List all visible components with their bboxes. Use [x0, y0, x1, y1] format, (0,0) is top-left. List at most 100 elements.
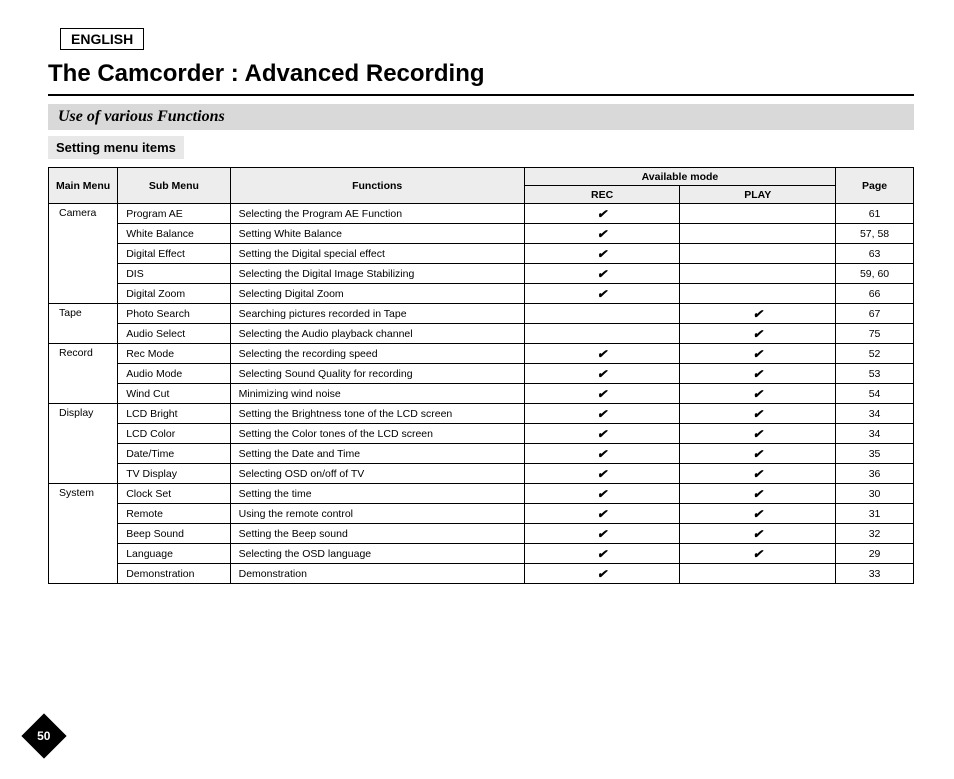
- table-row: Audio ModeSelecting Sound Quality for re…: [49, 364, 914, 384]
- table-row: DemonstrationDemonstration✔33: [49, 564, 914, 584]
- cell-play: [680, 284, 836, 304]
- cell-function: Selecting the Program AE Function: [230, 204, 524, 224]
- cell-rec: [524, 324, 680, 344]
- cell-function: Selecting the Digital Image Stabilizing: [230, 264, 524, 284]
- cell-sub-menu: Clock Set: [118, 484, 230, 504]
- cell-page-ref: 53: [836, 364, 914, 384]
- cell-sub-menu: White Balance: [118, 224, 230, 244]
- table-row: Date/TimeSetting the Date and Time✔✔35: [49, 444, 914, 464]
- cell-function: Setting the Date and Time: [230, 444, 524, 464]
- cell-sub-menu: DIS: [118, 264, 230, 284]
- cell-main-menu: Camera: [49, 204, 118, 304]
- cell-sub-menu: Digital Zoom: [118, 284, 230, 304]
- cell-play: ✔: [680, 364, 836, 384]
- cell-play: ✔: [680, 544, 836, 564]
- cell-function: Setting the Digital special effect: [230, 244, 524, 264]
- sub-heading: Use of various Functions: [48, 104, 914, 130]
- cell-play: ✔: [680, 424, 836, 444]
- cell-play: ✔: [680, 344, 836, 364]
- cell-page-ref: 33: [836, 564, 914, 584]
- language-badge: ENGLISH: [60, 28, 144, 50]
- cell-rec: ✔: [524, 524, 680, 544]
- cell-sub-menu: Language: [118, 544, 230, 564]
- cell-rec: ✔: [524, 504, 680, 524]
- cell-sub-menu: Digital Effect: [118, 244, 230, 264]
- cell-page-ref: 67: [836, 304, 914, 324]
- cell-rec: [524, 304, 680, 324]
- cell-sub-menu: Program AE: [118, 204, 230, 224]
- cell-play: ✔: [680, 504, 836, 524]
- check-icon: ✔: [753, 547, 763, 561]
- cell-function: Minimizing wind noise: [230, 384, 524, 404]
- table-row: RemoteUsing the remote control✔✔31: [49, 504, 914, 524]
- cell-rec: ✔: [524, 544, 680, 564]
- check-icon: ✔: [753, 387, 763, 401]
- cell-main-menu: Record: [49, 344, 118, 404]
- check-icon: ✔: [753, 507, 763, 521]
- table-row: TapePhoto SearchSearching pictures recor…: [49, 304, 914, 324]
- cell-sub-menu: Audio Mode: [118, 364, 230, 384]
- table-row: LanguageSelecting the OSD language✔✔29: [49, 544, 914, 564]
- check-icon: ✔: [597, 247, 607, 261]
- th-page: Page: [836, 168, 914, 204]
- th-sub: Sub Menu: [118, 168, 230, 204]
- cell-play: [680, 264, 836, 284]
- check-icon: ✔: [597, 487, 607, 501]
- cell-play: ✔: [680, 484, 836, 504]
- check-icon: ✔: [597, 227, 607, 241]
- table-row: SystemClock SetSetting the time✔✔30: [49, 484, 914, 504]
- table-row: CameraProgram AESelecting the Program AE…: [49, 204, 914, 224]
- cell-rec: ✔: [524, 404, 680, 424]
- check-icon: ✔: [753, 487, 763, 501]
- check-icon: ✔: [753, 347, 763, 361]
- cell-play: [680, 204, 836, 224]
- cell-play: [680, 244, 836, 264]
- page-title: The Camcorder : Advanced Recording: [48, 56, 914, 96]
- cell-rec: ✔: [524, 444, 680, 464]
- th-func: Functions: [230, 168, 524, 204]
- cell-rec: ✔: [524, 384, 680, 404]
- cell-page-ref: 31: [836, 504, 914, 524]
- check-icon: ✔: [597, 527, 607, 541]
- check-icon: ✔: [753, 367, 763, 381]
- cell-play: ✔: [680, 324, 836, 344]
- cell-function: Setting the Beep sound: [230, 524, 524, 544]
- cell-sub-menu: LCD Color: [118, 424, 230, 444]
- cell-rec: ✔: [524, 284, 680, 304]
- cell-play: ✔: [680, 384, 836, 404]
- page-number-badge: 50: [28, 720, 60, 752]
- check-icon: ✔: [597, 207, 607, 221]
- table-row: DisplayLCD BrightSetting the Brightness …: [49, 404, 914, 424]
- cell-page-ref: 54: [836, 384, 914, 404]
- table-row: DISSelecting the Digital Image Stabilizi…: [49, 264, 914, 284]
- cell-page-ref: 30: [836, 484, 914, 504]
- check-icon: ✔: [753, 307, 763, 321]
- cell-sub-menu: Rec Mode: [118, 344, 230, 364]
- check-icon: ✔: [753, 467, 763, 481]
- menu-table: Main Menu Sub Menu Functions Available m…: [48, 167, 914, 584]
- cell-play: ✔: [680, 444, 836, 464]
- cell-rec: ✔: [524, 484, 680, 504]
- cell-page-ref: 66: [836, 284, 914, 304]
- check-icon: ✔: [597, 347, 607, 361]
- document-page: ENGLISH The Camcorder : Advanced Recordi…: [0, 0, 954, 594]
- cell-sub-menu: TV Display: [118, 464, 230, 484]
- cell-sub-menu: Date/Time: [118, 444, 230, 464]
- cell-page-ref: 29: [836, 544, 914, 564]
- check-icon: ✔: [597, 267, 607, 281]
- check-icon: ✔: [597, 407, 607, 421]
- cell-page-ref: 34: [836, 404, 914, 424]
- check-icon: ✔: [597, 567, 607, 581]
- cell-page-ref: 57, 58: [836, 224, 914, 244]
- check-icon: ✔: [597, 507, 607, 521]
- cell-sub-menu: Demonstration: [118, 564, 230, 584]
- cell-sub-menu: Remote: [118, 504, 230, 524]
- check-icon: ✔: [753, 527, 763, 541]
- cell-function: Selecting the Audio playback channel: [230, 324, 524, 344]
- cell-function: Selecting OSD on/off of TV: [230, 464, 524, 484]
- cell-function: Selecting the recording speed: [230, 344, 524, 364]
- sub-heading-2: Setting menu items: [48, 136, 184, 159]
- cell-function: Selecting the OSD language: [230, 544, 524, 564]
- cell-function: Selecting Sound Quality for recording: [230, 364, 524, 384]
- table-row: Digital ZoomSelecting Digital Zoom✔66: [49, 284, 914, 304]
